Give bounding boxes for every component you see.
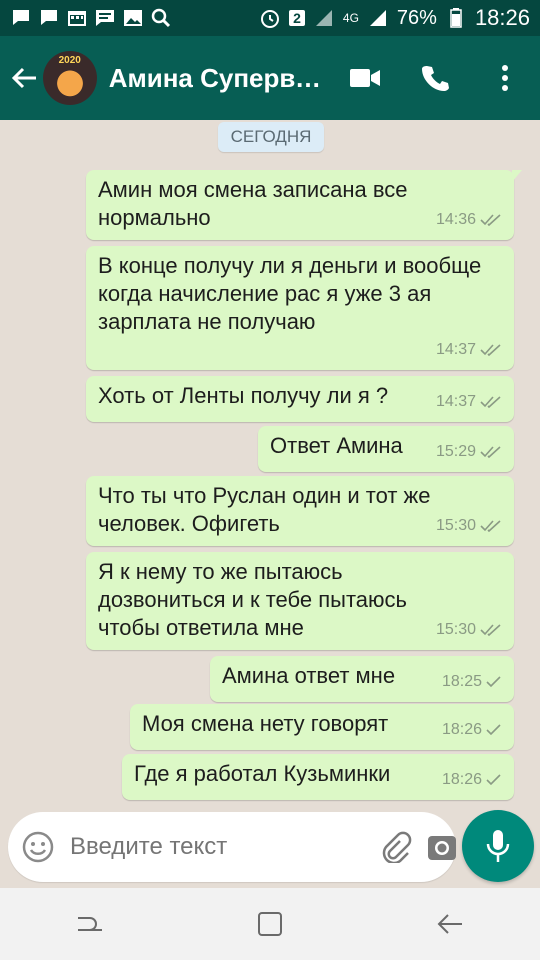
check-icon bbox=[486, 724, 501, 736]
message-input[interactable] bbox=[70, 833, 380, 861]
message-time: 15:29 bbox=[435, 443, 476, 460]
message-icon bbox=[94, 9, 116, 27]
camera-icon[interactable] bbox=[426, 829, 458, 865]
message-time: 18:25 bbox=[441, 673, 482, 690]
header-actions bbox=[330, 48, 540, 108]
message-meta: 15:30 bbox=[436, 616, 502, 644]
message-bubble[interactable]: Моя смена нету говорят 18:26 bbox=[130, 704, 514, 750]
chat-header: 2020 Амина Суперва… bbox=[0, 36, 540, 120]
message-meta: 18:26 bbox=[442, 716, 502, 744]
avatar-caption: 2020 bbox=[58, 55, 81, 66]
message-time: 14:37 bbox=[435, 393, 476, 410]
clock: 18:26 bbox=[474, 5, 530, 30]
message-composer bbox=[8, 812, 456, 882]
signal-icon bbox=[367, 9, 389, 27]
double-check-icon bbox=[480, 520, 501, 533]
image-icon bbox=[122, 9, 144, 27]
chat-icon bbox=[10, 9, 32, 27]
message-meta: 18:25 bbox=[442, 668, 502, 696]
message-time: 18:26 bbox=[441, 771, 482, 788]
message-meta: 14:37 bbox=[436, 336, 502, 364]
message-time: 14:36 bbox=[435, 211, 476, 228]
message-bubble[interactable]: Что ты что Руслан один и тот же человек.… bbox=[86, 476, 514, 546]
double-check-icon bbox=[480, 214, 501, 227]
chat-area[interactable]: СЕГОДНЯ Амин моя смена записана все норм… bbox=[0, 120, 540, 810]
message-meta: 14:37 bbox=[436, 388, 502, 416]
battery-icon bbox=[445, 8, 467, 28]
attach-icon[interactable] bbox=[380, 829, 412, 865]
double-check-icon bbox=[480, 396, 501, 409]
message-bubble[interactable]: Амин моя смена записана все нормально 14… bbox=[86, 170, 522, 240]
home-icon[interactable] bbox=[240, 894, 300, 954]
message-text: Хоть от Ленты получу ли я ? bbox=[98, 383, 389, 408]
back-icon[interactable] bbox=[420, 894, 480, 954]
message-bubble[interactable]: Я к нему то же пытаюсь дозвониться и к т… bbox=[86, 552, 514, 650]
date-separator: СЕГОДНЯ bbox=[218, 122, 324, 152]
chat-icon bbox=[38, 9, 60, 27]
message-meta: 15:30 bbox=[436, 512, 502, 540]
message-bubble[interactable]: Где я работал Кузьминки 18:26 bbox=[122, 754, 514, 800]
alarm-icon bbox=[259, 9, 281, 28]
message-text: Я к нему то же пытаюсь дозвониться и к т… bbox=[98, 559, 407, 640]
back-arrow-icon[interactable] bbox=[8, 61, 41, 95]
status-bar: 2 4G 76% 18:26 bbox=[0, 0, 540, 36]
sim-slot-badge: 2 bbox=[289, 10, 305, 26]
more-vert-icon[interactable] bbox=[470, 48, 540, 108]
double-check-icon bbox=[480, 446, 501, 459]
message-text: Амин моя смена записана все нормально bbox=[98, 177, 408, 230]
double-check-icon bbox=[480, 344, 501, 357]
message-time: 14:37 bbox=[435, 341, 476, 358]
message-meta: 14:36 bbox=[436, 206, 502, 234]
network-type: 4G bbox=[342, 11, 359, 25]
message-bubble[interactable]: Амина ответ мне 18:25 bbox=[210, 656, 514, 702]
system-status: 2 4G 76% 18:26 bbox=[259, 5, 530, 31]
message-bubble[interactable]: Хоть от Ленты получу ли я ? 14:37 bbox=[86, 376, 514, 422]
video-call-icon[interactable] bbox=[330, 48, 400, 108]
bubble-tail bbox=[512, 170, 522, 182]
message-bubble[interactable]: Ответ Амина 15:29 bbox=[258, 426, 514, 472]
search-icon bbox=[150, 8, 172, 28]
message-text: В конце получу ли я деньги и вообще когд… bbox=[98, 253, 482, 334]
message-time: 18:26 bbox=[441, 721, 482, 738]
message-time: 15:30 bbox=[435, 621, 476, 638]
recent-apps-icon[interactable] bbox=[60, 894, 120, 954]
message-meta: 15:29 bbox=[436, 438, 502, 466]
phone-icon[interactable] bbox=[400, 48, 470, 108]
message-text: Что ты что Руслан один и тот же человек.… bbox=[98, 483, 431, 536]
avatar[interactable]: 2020 bbox=[42, 51, 97, 105]
message-meta: 18:26 bbox=[442, 766, 502, 794]
calendar-icon bbox=[66, 9, 88, 27]
check-icon bbox=[486, 774, 501, 786]
mic-icon[interactable] bbox=[462, 810, 534, 882]
system-nav-bar bbox=[0, 888, 540, 960]
battery-percent: 76% bbox=[396, 6, 437, 29]
contact-name[interactable]: Амина Суперва… bbox=[109, 63, 330, 94]
signal-icon bbox=[313, 9, 335, 27]
emoji-icon[interactable] bbox=[22, 829, 54, 865]
notification-icons bbox=[10, 8, 172, 28]
message-time: 15:30 bbox=[435, 517, 476, 534]
double-check-icon bbox=[480, 624, 501, 637]
message-bubble[interactable]: В конце получу ли я деньги и вообще когд… bbox=[86, 246, 514, 370]
check-icon bbox=[486, 676, 501, 688]
